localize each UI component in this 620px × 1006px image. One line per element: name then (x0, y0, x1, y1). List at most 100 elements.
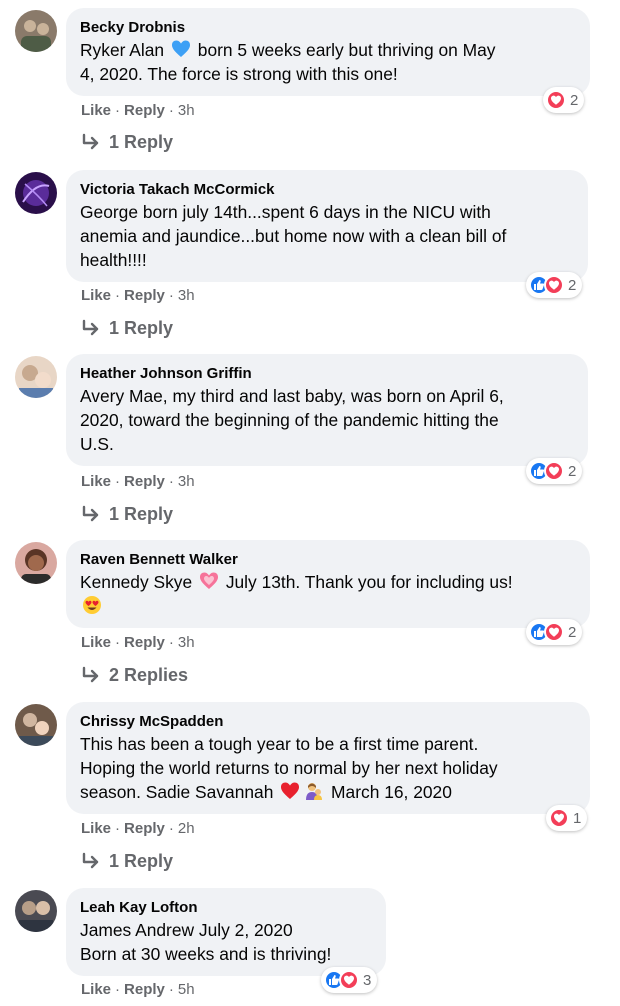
love-reaction-icon (546, 90, 566, 110)
commenter-avatar[interactable] (15, 704, 57, 746)
comment-text-line: health!!!! (80, 248, 574, 272)
comment-text: James Andrew July 2, 2020 Born at 30 week… (80, 918, 372, 966)
comment-text-line: anemia and jaundice...but home now with … (80, 224, 574, 248)
comment-text: Kennedy Skye July 13th. Thank you for in… (80, 570, 576, 618)
like-button[interactable]: Like (81, 287, 111, 304)
commenter-avatar[interactable] (15, 542, 57, 584)
comment-bubble: Leah Kay Lofton James Andrew July 2, 2020… (66, 888, 386, 976)
reaction-count: 2 (570, 91, 579, 109)
separator-dot: · (115, 981, 121, 998)
comment-timestamp[interactable]: 3h (178, 287, 195, 304)
replies-count-label: 1 Reply (109, 132, 174, 152)
comment-text-line: U.S. (80, 432, 574, 456)
separator-dot: · (115, 634, 121, 651)
replies-count-label: 1 Reply (109, 504, 174, 524)
comment-text: This has been a tough year to be a first… (80, 732, 576, 804)
reply-button[interactable]: Reply (124, 820, 165, 837)
reaction-count: 1 (573, 809, 582, 827)
view-replies-link[interactable]: 1 Reply (81, 130, 173, 154)
comment-timestamp[interactable]: 3h (178, 102, 195, 119)
reaction-summary[interactable]: 1 (546, 805, 588, 831)
comment-text: Avery Mae, my third and last baby, was b… (80, 384, 574, 456)
comment-text-segment: 2020, toward the beginning of the pandem… (80, 410, 499, 430)
blue-heart-emoji-icon (171, 39, 191, 59)
comment-text-segment: anemia and jaundice...but home now with … (80, 226, 507, 246)
comment-bubble: Heather Johnson Griffin Avery Mae, my thi… (66, 354, 588, 466)
comment-text-line: James Andrew July 2, 2020 (80, 918, 372, 942)
comment-text-segment: March 16, 2020 (326, 782, 452, 802)
separator-dot: · (115, 102, 121, 119)
comment-actions: Like · Reply · 5h (81, 980, 195, 1000)
comment-text-line (80, 594, 576, 618)
parent-baby-emoji-icon (304, 781, 324, 801)
reply-arrow-icon (81, 666, 109, 684)
view-replies-link[interactable]: 2 Replies (81, 663, 188, 687)
love-reaction-icon (339, 970, 359, 990)
like-button[interactable]: Like (81, 820, 111, 837)
comment-timestamp[interactable]: 3h (178, 634, 195, 651)
comment-text-segment: George born july 14th...spent 6 days in … (80, 202, 491, 222)
comment-text-segment: Born at 30 weeks and is thriving! (80, 944, 332, 964)
commenter-avatar[interactable] (15, 172, 57, 214)
replies-count-label: 1 Reply (109, 318, 174, 338)
reaction-count: 3 (363, 971, 372, 989)
reply-button[interactable]: Reply (124, 102, 165, 119)
reply-button[interactable]: Reply (124, 287, 165, 304)
comment-bubble: Raven Bennett Walker Kennedy Skye July 13… (66, 540, 590, 628)
reply-button[interactable]: Reply (124, 473, 165, 490)
comment-text-line: This has been a tough year to be a first… (80, 732, 576, 756)
reply-arrow-icon (81, 133, 109, 151)
comment-text-segment: season. Sadie Savannah (80, 782, 279, 802)
comment-timestamp[interactable]: 2h (178, 820, 195, 837)
comment-text-segment: 4, 2020. The force is strong with this o… (80, 64, 398, 84)
comment-text-line: Born at 30 weeks and is thriving! (80, 942, 372, 966)
commenter-avatar[interactable] (15, 10, 57, 52)
comment-text-line: George born july 14th...spent 6 days in … (80, 200, 574, 224)
comment-text-line: 2020, toward the beginning of the pandem… (80, 408, 574, 432)
reaction-summary[interactable]: 2 (543, 87, 585, 113)
comment-actions: Like · Reply · 3h (81, 472, 195, 492)
reply-button[interactable]: Reply (124, 981, 165, 998)
view-replies-link[interactable]: 1 Reply (81, 316, 173, 340)
comment-actions: Like · Reply · 3h (81, 101, 195, 121)
comment-author-name[interactable]: Raven Bennett Walker (80, 550, 576, 570)
comment-bubble: Victoria Takach McCormick George born jul… (66, 170, 588, 282)
comment-text-segment: Kennedy Skye (80, 572, 197, 592)
commenter-avatar[interactable] (15, 890, 57, 932)
reaction-count: 2 (568, 462, 577, 480)
reply-arrow-icon (81, 319, 109, 337)
reply-arrow-icon (81, 505, 109, 523)
comment-text-segment: This has been a tough year to be a first… (80, 734, 479, 754)
reaction-summary[interactable]: 2 (526, 458, 583, 484)
comment-author-name[interactable]: Chrissy McSpadden (80, 712, 576, 732)
replies-count-label: 1 Reply (109, 851, 174, 871)
comment-text-segment: Ryker Alan (80, 40, 169, 60)
love-reaction-icon (544, 622, 564, 642)
view-replies-link[interactable]: 1 Reply (81, 849, 173, 873)
view-replies-link[interactable]: 1 Reply (81, 502, 173, 526)
red-heart-emoji-icon (280, 781, 300, 801)
separator-dot: · (168, 634, 174, 651)
reaction-summary[interactable]: 2 (526, 619, 583, 645)
reaction-summary[interactable]: 3 (321, 967, 378, 993)
comment-author-name[interactable]: Heather Johnson Griffin (80, 364, 574, 384)
commenter-avatar[interactable] (15, 356, 57, 398)
comment-text: George born july 14th...spent 6 days in … (80, 200, 574, 272)
comment-author-name[interactable]: Leah Kay Lofton (80, 898, 372, 918)
like-button[interactable]: Like (81, 473, 111, 490)
separator-dot: · (168, 102, 174, 119)
comment-actions: Like · Reply · 3h (81, 633, 195, 653)
love-reaction-icon (549, 808, 569, 828)
comment-timestamp[interactable]: 3h (178, 473, 195, 490)
like-button[interactable]: Like (81, 102, 111, 119)
heart-eyes-emoji-icon (82, 595, 102, 615)
reaction-count: 2 (568, 623, 577, 641)
comment-text-line: Avery Mae, my third and last baby, was b… (80, 384, 574, 408)
comment-author-name[interactable]: Victoria Takach McCormick (80, 180, 574, 200)
reply-button[interactable]: Reply (124, 634, 165, 651)
comment-timestamp[interactable]: 5h (178, 981, 195, 998)
like-button[interactable]: Like (81, 981, 111, 998)
reaction-summary[interactable]: 2 (526, 272, 583, 298)
comment-author-name[interactable]: Becky Drobnis (80, 18, 576, 38)
like-button[interactable]: Like (81, 634, 111, 651)
